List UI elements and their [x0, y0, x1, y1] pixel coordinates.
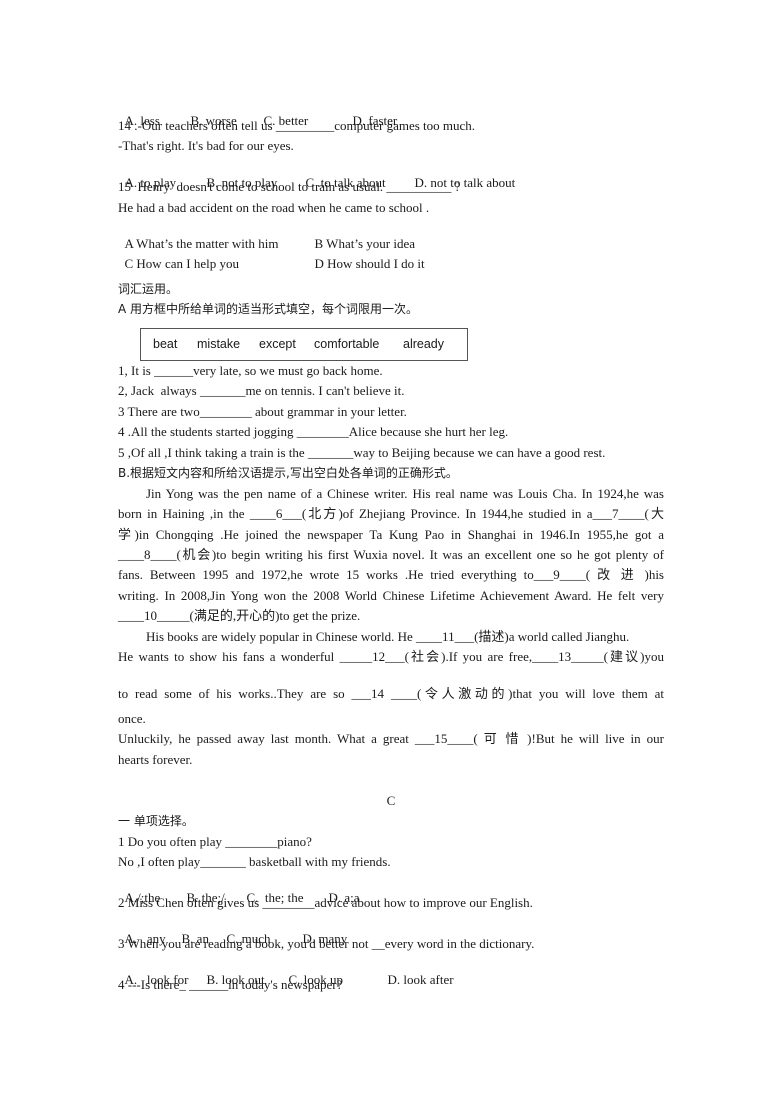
- option: D. look after: [387, 972, 454, 987]
- part-a-instruction: A 用方框中所给单词的适当形式填空，每个词限用一次。: [118, 302, 419, 316]
- q14-response: -That's right. It's bad for our eyes.: [118, 138, 294, 153]
- word-box-item: comfortable: [314, 337, 380, 351]
- section-c-heading: 一 单项选择。: [118, 814, 194, 828]
- passage-line: Jin Yong was the pen name of a Chinese w…: [146, 486, 664, 501]
- passage-line: He wants to show his fans a wonderful __…: [118, 649, 664, 664]
- passage-line: once.: [118, 711, 146, 726]
- q15-response: He had a bad accident on the road when h…: [118, 200, 430, 215]
- word-box-item: except: [259, 337, 296, 351]
- word-box-item: beat: [153, 337, 178, 351]
- passage-line: writing. In 2008,Jin Yong won the 2008 W…: [118, 588, 664, 603]
- passage-line: hearts forever.: [118, 752, 193, 767]
- part-b-instruction: B.根据短文内容和所给汉语提示,写出空白处各单词的正确形式。: [118, 466, 458, 480]
- passage-line: ____8____(机会)to begin writing his first …: [118, 547, 664, 562]
- q15-question: 15 Henry doesn't come to school to train…: [118, 179, 461, 194]
- passage-line: born in Haining ,in the ____6___(北方)of Z…: [118, 506, 664, 521]
- word-box: beat mistake except comfortable already: [140, 328, 468, 361]
- word-box-item: mistake: [197, 337, 241, 351]
- c-q1-line2: No ,I often play_______ basketball with …: [118, 854, 391, 869]
- vocab-item-1: 1, It is ______very late, so we must go …: [118, 363, 383, 378]
- passage-line: Unluckily, he passed away last month. Wh…: [118, 731, 664, 746]
- passage-line: His books are widely popular in Chinese …: [146, 629, 630, 644]
- c-q4-line1: 4 ---Is there_ ______in today's newspape…: [118, 977, 343, 992]
- c-q1-line1: 1 Do you often play ________piano?: [118, 834, 312, 849]
- passage-line: 学)in Chongqing .He joined the newspaper …: [118, 527, 664, 542]
- section-c-label: C: [386, 793, 396, 808]
- vocab-item-4: 4 .All the students started jogging ____…: [118, 424, 509, 439]
- passage-line: fans. Between 1995 and 1972,he wrote 15 …: [118, 567, 664, 582]
- vocab-heading: 词汇运用。: [118, 282, 179, 296]
- c-q3-line1: 3 When you are reading a book, you'd bet…: [118, 936, 535, 951]
- c-q2-line1: 2 Miss Chen often gives us ________advic…: [118, 895, 533, 910]
- vocab-item-3: 3 There are two________ about grammar in…: [118, 404, 407, 419]
- vocab-item-5: 5 ,Of all ,I think taking a train is the…: [118, 445, 606, 460]
- q15-options-row2: C How can I help you D How should I do it: [118, 240, 425, 272]
- q14-question: 14 .-Our teachers often tell us ________…: [118, 118, 476, 133]
- passage-line: to read some of his works..They are so _…: [118, 686, 664, 701]
- word-box-item: already: [403, 337, 444, 351]
- passage-line: ____10_____(满足的,开心的)to get the prize.: [118, 608, 361, 623]
- vocab-item-2: 2, Jack always _______me on tennis. I ca…: [118, 383, 405, 398]
- option: D How should I do it: [314, 256, 425, 271]
- option: C How can I help you: [124, 256, 239, 271]
